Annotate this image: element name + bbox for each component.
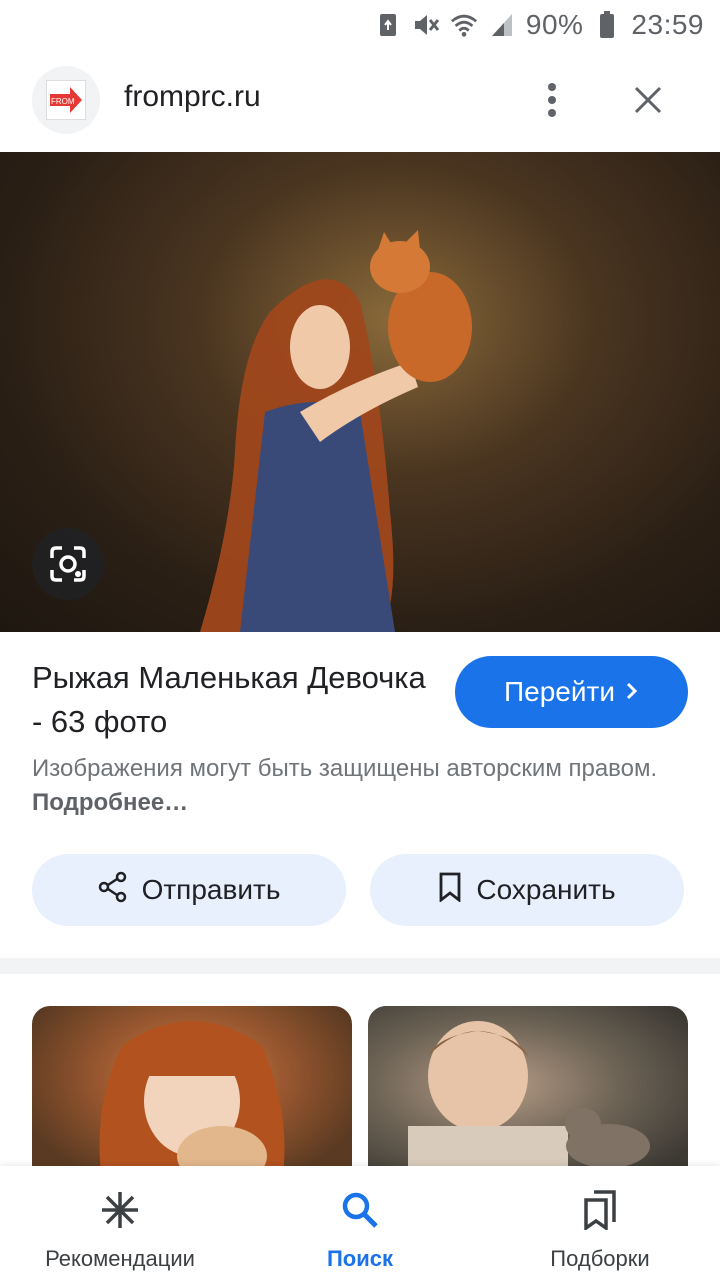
result-title[interactable]: Рыжая Маленькая Девочка - 63 фото	[32, 656, 432, 744]
wifi-icon	[450, 11, 478, 39]
nav-item-label: Подборки	[550, 1246, 650, 1271]
visit-button-label: Перейти	[504, 676, 615, 707]
collections-icon	[578, 1188, 622, 1232]
bottom-navigation: Рекомендации Поиск Подборки	[0, 1166, 720, 1280]
nav-item-label: Рекомендации	[45, 1246, 195, 1271]
visit-button[interactable]: Перейти	[455, 656, 688, 728]
save-button[interactable]: Сохранить	[370, 854, 684, 926]
girl-with-kitten-image	[200, 230, 472, 632]
search-icon	[338, 1188, 382, 1232]
mute-icon	[412, 11, 440, 39]
clock: 23:59	[631, 9, 704, 40]
google-lens-icon[interactable]	[32, 528, 104, 600]
close-icon[interactable]	[624, 76, 672, 124]
signal-icon	[488, 11, 516, 39]
asterisk-icon	[98, 1188, 142, 1232]
toddler-kitten-thumbnail	[408, 1021, 650, 1181]
related-image[interactable]	[32, 1006, 352, 1181]
more-link[interactable]: Подробнее…	[32, 789, 188, 816]
chevron-right-icon	[625, 676, 639, 708]
copyright-text: Изображения могут быть защищены авторски…	[32, 755, 658, 782]
nav-item-recommendations[interactable]: Рекомендации	[0, 1166, 240, 1280]
status-bar: 90% 23:59	[0, 0, 720, 50]
header: FROM fromprc.ru	[0, 50, 720, 150]
nav-item-label: Поиск	[326, 1246, 394, 1271]
related-image[interactable]	[368, 1006, 688, 1181]
save-button-label: Сохранить	[476, 874, 616, 905]
result-image[interactable]	[0, 152, 720, 632]
redhead-girl-cat-thumbnail	[99, 1021, 285, 1181]
section-divider	[0, 958, 720, 974]
battery-icon	[593, 11, 621, 39]
recycle-icon	[374, 11, 402, 39]
share-button-label: Отправить	[141, 874, 281, 905]
battery-percentage: 90%	[525, 9, 584, 40]
more-vert-icon[interactable]	[530, 74, 574, 126]
nav-item-search[interactable]: Поиск	[240, 1166, 480, 1280]
bookmark-icon	[438, 872, 462, 909]
site-logo[interactable]: FROM	[32, 66, 100, 134]
nav-item-collections[interactable]: Подборки	[480, 1166, 720, 1280]
from-logo-icon: FROM	[46, 80, 86, 120]
copyright-note: Изображения могут быть защищены авторски…	[32, 752, 672, 820]
site-domain[interactable]: fromprc.ru	[124, 80, 261, 114]
share-button[interactable]: Отправить	[32, 854, 346, 926]
svg-text:FROM: FROM	[51, 97, 75, 106]
share-icon	[98, 871, 128, 910]
